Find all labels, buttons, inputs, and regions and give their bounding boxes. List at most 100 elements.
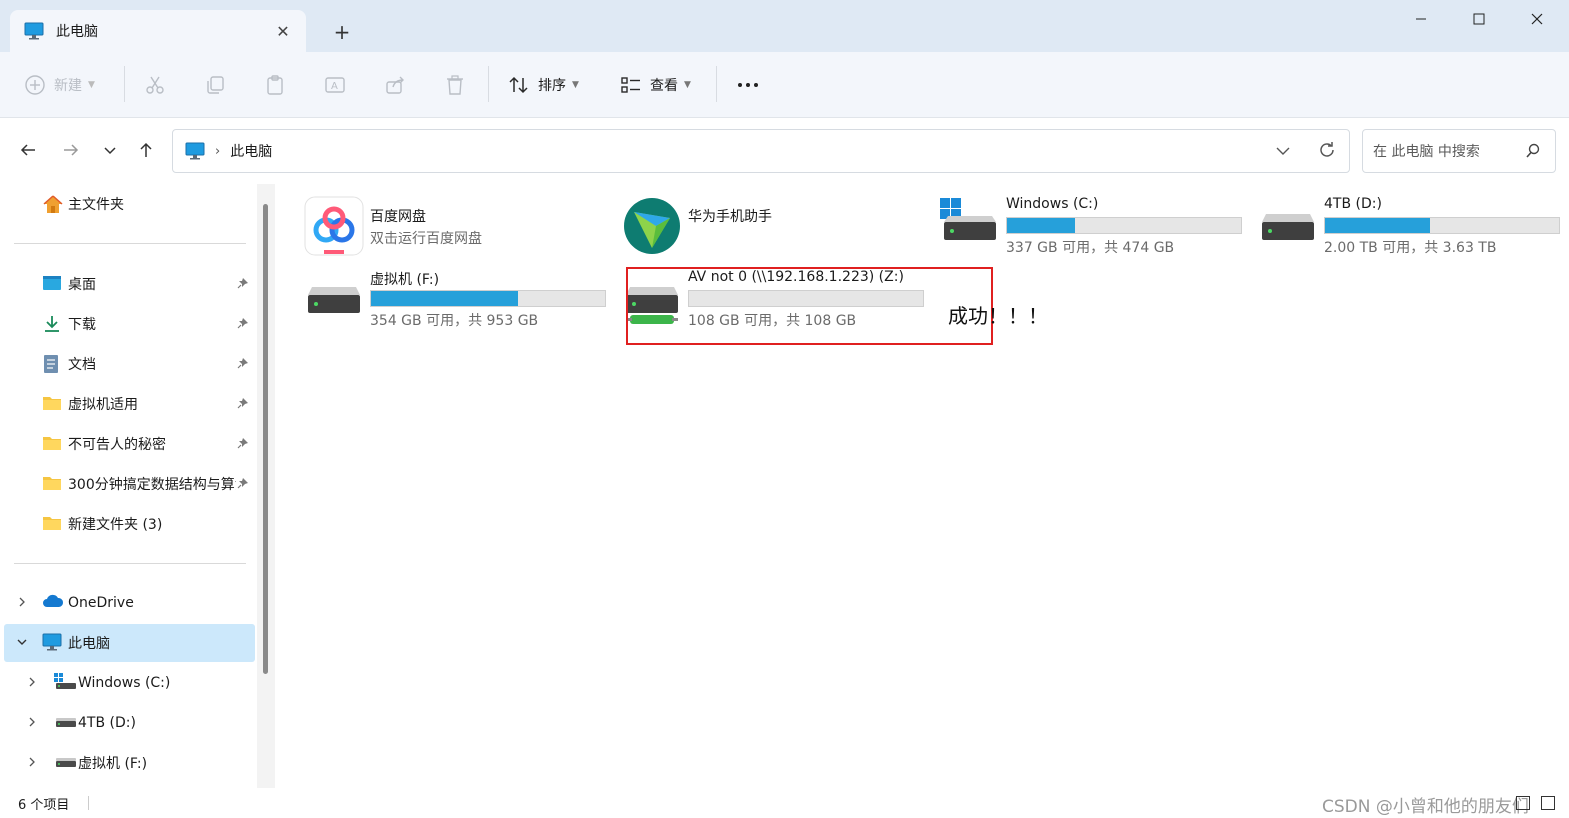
minimize-button[interactable] [1392, 0, 1450, 38]
sidebar-item-documents[interactable]: 文档 [4, 345, 255, 383]
cut-button[interactable] [144, 66, 166, 104]
chevron-right-icon[interactable] [26, 716, 38, 728]
drive-usage-fill [1325, 218, 1431, 233]
maximize-button[interactable] [1450, 0, 1508, 38]
pin-icon[interactable] [237, 317, 249, 329]
sidebar-item-home[interactable]: 主文件夹 [4, 185, 255, 223]
watermark: CSDN @小曾和他的朋友们 [1322, 797, 1529, 817]
chevron-down-icon[interactable] [16, 636, 28, 648]
sidebar-item-downloads[interactable]: 下载 [4, 305, 255, 343]
navigation-pane: 主文件夹 桌面 下载 文档 虚拟机适用 不可告人的秘密 300分钟搞定数据结构与… [0, 184, 270, 788]
drive-tile-d[interactable]: 4TB (D:) 2.00 TB 可用，共 3.63 TB [1258, 196, 1560, 262]
tiles-view-button[interactable] [1541, 796, 1555, 810]
desktop-icon [43, 276, 61, 290]
svg-text:A: A [331, 81, 338, 92]
sidebar-item-drive-f[interactable]: 虚拟机 (F:) [4, 744, 255, 782]
toolbar-divider [488, 66, 489, 102]
rename-button[interactable]: A [324, 66, 346, 104]
sidebar-item-folder[interactable]: 不可告人的秘密 [4, 425, 255, 463]
command-bar: 新建 ▼ A 排序 ▼ 查看 ▼ [0, 52, 1569, 118]
drive-name: Windows (C:) [1006, 196, 1099, 212]
close-window-button[interactable] [1508, 0, 1566, 38]
breadcrumb-this-pc[interactable]: 此电脑 [230, 141, 272, 161]
drive-space: 337 GB 可用，共 474 GB [1006, 240, 1175, 256]
app-name: 百度网盘 [370, 209, 426, 225]
status-divider [88, 796, 89, 810]
sidebar-item-onedrive[interactable]: OneDrive [4, 584, 255, 622]
tab-this-pc[interactable]: 此电脑 ✕ [10, 10, 306, 52]
chevron-down-icon [104, 147, 116, 155]
sidebar-scrollbar-thumb[interactable] [263, 204, 268, 674]
sidebar-item-desktop[interactable]: 桌面 [4, 265, 255, 303]
windows-drive-icon [54, 673, 76, 689]
copy-button[interactable] [204, 66, 226, 104]
chevron-down-icon: ▼ [88, 80, 95, 90]
home-icon [43, 195, 63, 213]
forward-button[interactable] [55, 134, 87, 166]
share-icon [386, 76, 404, 94]
more-options-button[interactable] [736, 66, 760, 104]
document-icon [44, 355, 58, 373]
share-button[interactable] [384, 66, 406, 104]
pin-icon[interactable] [237, 437, 249, 449]
plus-circle-icon [25, 75, 45, 95]
pin-icon[interactable] [237, 277, 249, 289]
scissors-icon [146, 76, 164, 94]
close-tab-icon[interactable]: ✕ [270, 18, 296, 44]
download-icon [45, 316, 59, 332]
sort-button[interactable]: 排序 ▼ [508, 66, 579, 104]
up-button[interactable] [130, 134, 162, 166]
sidebar-item-this-pc[interactable]: 此电脑 [4, 624, 255, 662]
chevron-right-icon[interactable]: › [215, 144, 220, 159]
new-button[interactable]: 新建 ▼ [24, 66, 95, 104]
paste-button[interactable] [264, 66, 286, 104]
pin-icon[interactable] [237, 357, 249, 369]
drive-space: 354 GB 可用，共 953 GB [370, 313, 539, 329]
sidebar-item-label: 文档 [68, 357, 96, 373]
drive-usage-bar [1324, 217, 1560, 234]
sidebar-item-folder[interactable]: 虚拟机适用 [4, 385, 255, 423]
sidebar-divider [14, 563, 246, 564]
drive-usage-bar [370, 290, 606, 307]
chevron-right-icon[interactable] [16, 596, 28, 608]
sidebar-item-label: 下载 [68, 317, 96, 333]
sidebar-item-folder[interactable]: 新建文件夹 (3) [4, 505, 255, 543]
sidebar-item-folder[interactable]: 300分钟搞定数据结构与算法 [4, 465, 255, 503]
hard-drive-icon [308, 287, 360, 313]
folder-icon [43, 517, 61, 530]
app-tile-huawei-hisuite[interactable]: 华为手机助手 [622, 196, 922, 262]
search-input[interactable]: 在 此电脑 中搜索 [1373, 141, 1525, 161]
address-bar[interactable]: › 此电脑 [172, 129, 1350, 173]
delete-button[interactable] [444, 66, 466, 104]
app-tile-baidu-netdisk[interactable]: 百度网盘 双击运行百度网盘 [304, 196, 604, 262]
sidebar-item-drive-c[interactable]: Windows (C:) [4, 664, 255, 702]
back-button[interactable] [12, 134, 44, 166]
drive-tile-c[interactable]: Windows (C:) 337 GB 可用，共 474 GB [940, 196, 1242, 262]
chevron-down-icon: ▼ [572, 80, 579, 90]
address-history-button[interactable] [1275, 142, 1291, 162]
refresh-button[interactable] [1317, 140, 1337, 164]
more-icon [738, 83, 758, 87]
chevron-down-icon: ▼ [684, 80, 691, 90]
chevron-right-icon[interactable] [26, 676, 38, 688]
sidebar-item-label: 300分钟搞定数据结构与算法 [68, 477, 236, 493]
new-tab-button[interactable]: + [328, 18, 356, 46]
pin-icon[interactable] [237, 477, 249, 489]
sort-button-label: 排序 [538, 78, 566, 94]
search-icon[interactable] [1525, 143, 1541, 159]
clipboard-icon [267, 75, 283, 95]
recent-locations-button[interactable] [94, 134, 126, 166]
sidebar-item-label: 此电脑 [68, 636, 110, 652]
sidebar-item-label: Windows (C:) [78, 675, 171, 691]
view-button[interactable]: 查看 ▼ [620, 66, 691, 104]
sidebar-item-drive-d[interactable]: 4TB (D:) [4, 704, 255, 742]
sidebar-item-label: 4TB (D:) [78, 715, 136, 731]
refresh-icon [1320, 142, 1334, 157]
details-view-button[interactable] [1516, 796, 1530, 810]
drive-tile-f[interactable]: 虚拟机 (F:) 354 GB 可用，共 953 GB [304, 269, 606, 335]
monitor-icon [24, 22, 44, 40]
folder-icon [43, 477, 61, 490]
pin-icon[interactable] [237, 397, 249, 409]
search-box[interactable]: 在 此电脑 中搜索 [1362, 129, 1556, 173]
chevron-right-icon[interactable] [26, 756, 38, 768]
